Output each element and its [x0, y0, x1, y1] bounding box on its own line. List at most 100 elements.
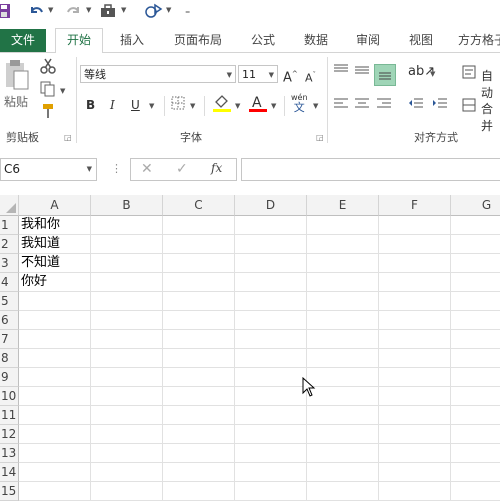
- orientation-dropdown-icon[interactable]: ▼: [430, 70, 435, 78]
- cell-g6[interactable]: [451, 311, 500, 330]
- cell-d1[interactable]: [235, 216, 307, 235]
- cell-e13[interactable]: [307, 444, 379, 463]
- cell-e12[interactable]: [307, 425, 379, 444]
- column-header-g[interactable]: G: [451, 195, 500, 216]
- row-header-8[interactable]: 8: [0, 349, 19, 368]
- cell-c11[interactable]: [163, 406, 235, 425]
- cell-e9[interactable]: [307, 368, 379, 387]
- cell-d14[interactable]: [235, 463, 307, 482]
- row-header-11[interactable]: 11: [0, 406, 19, 425]
- cell-g13[interactable]: [451, 444, 500, 463]
- cell-a11[interactable]: [19, 406, 91, 425]
- paste-button[interactable]: 粘贴: [4, 59, 30, 110]
- tab-file[interactable]: 文件: [0, 29, 46, 52]
- tab-insert[interactable]: 插入: [112, 29, 152, 52]
- cell-b1[interactable]: [91, 216, 163, 235]
- merge-label[interactable]: 合并: [481, 100, 500, 134]
- underline-icon[interactable]: U: [131, 96, 140, 114]
- cell-c1[interactable]: [163, 216, 235, 235]
- cell-f10[interactable]: [379, 387, 451, 406]
- align-right-icon[interactable]: [376, 97, 392, 116]
- cell-e15[interactable]: [307, 482, 379, 501]
- format-painter-icon[interactable]: [40, 103, 56, 124]
- cell-d12[interactable]: [235, 425, 307, 444]
- cell-f2[interactable]: [379, 235, 451, 254]
- cell-g8[interactable]: [451, 349, 500, 368]
- cell-d15[interactable]: [235, 482, 307, 501]
- cell-b4[interactable]: [91, 273, 163, 292]
- toolbox-dropdown-icon[interactable]: ▼: [121, 6, 126, 14]
- cell-c7[interactable]: [163, 330, 235, 349]
- decrease-font-size-icon[interactable]: Aˇ: [305, 66, 316, 88]
- increase-font-size-icon[interactable]: A^: [283, 65, 298, 87]
- cell-b9[interactable]: [91, 368, 163, 387]
- cell-g15[interactable]: [451, 482, 500, 501]
- redo-icon[interactable]: [66, 3, 82, 23]
- cell-f5[interactable]: [379, 292, 451, 311]
- italic-icon[interactable]: I: [110, 96, 115, 114]
- column-header-a[interactable]: A: [19, 195, 91, 216]
- cell-c15[interactable]: [163, 482, 235, 501]
- cell-a14[interactable]: [19, 463, 91, 482]
- cancel-icon[interactable]: ✕: [141, 161, 153, 177]
- font-name-select[interactable]: 等线 ▼: [80, 65, 236, 83]
- cell-c2[interactable]: [163, 235, 235, 254]
- customize-toolbar-icon[interactable]: ₌: [185, 2, 190, 22]
- cell-d3[interactable]: [235, 254, 307, 273]
- cell-e1[interactable]: [307, 216, 379, 235]
- cell-g11[interactable]: [451, 406, 500, 425]
- column-header-d[interactable]: D: [235, 195, 307, 216]
- redo-dropdown-icon[interactable]: ▼: [86, 6, 91, 14]
- cell-g9[interactable]: [451, 368, 500, 387]
- undo-icon[interactable]: [28, 3, 44, 23]
- name-box[interactable]: C6 ▼: [0, 158, 97, 181]
- decrease-indent-icon[interactable]: [408, 97, 424, 116]
- align-left-icon[interactable]: [333, 97, 349, 116]
- cell-a12[interactable]: [19, 425, 91, 444]
- align-middle-icon[interactable]: [354, 63, 370, 82]
- tab-review[interactable]: 审阅: [348, 29, 388, 52]
- cell-g7[interactable]: [451, 330, 500, 349]
- cell-b5[interactable]: [91, 292, 163, 311]
- cell-b6[interactable]: [91, 311, 163, 330]
- cell-f15[interactable]: [379, 482, 451, 501]
- merge-center-icon[interactable]: [462, 98, 476, 117]
- cell-c10[interactable]: [163, 387, 235, 406]
- cell-a13[interactable]: [19, 444, 91, 463]
- row-header-1[interactable]: 1: [0, 216, 19, 235]
- cell-c12[interactable]: [163, 425, 235, 444]
- worksheet-grid[interactable]: ABCDEFG 1 2 3 4 5 6 7 8 9 10 11 12 13 14 15 我和你 我知道 不知道你…: [0, 195, 500, 501]
- font-size-select[interactable]: 11 ▼: [238, 65, 278, 83]
- undo-dropdown-icon[interactable]: ▼: [48, 6, 53, 14]
- cell-b11[interactable]: [91, 406, 163, 425]
- cell-d10[interactable]: [235, 387, 307, 406]
- cell-e11[interactable]: [307, 406, 379, 425]
- save-icon[interactable]: [0, 3, 12, 23]
- clipboard-launcher-icon[interactable]: ◲: [64, 133, 72, 142]
- cell-a3[interactable]: 不知道: [19, 254, 91, 273]
- cell-f3[interactable]: [379, 254, 451, 273]
- font-launcher-icon[interactable]: ◲: [316, 133, 324, 142]
- cell-g2[interactable]: [451, 235, 500, 254]
- column-header-e[interactable]: E: [307, 195, 379, 216]
- row-header-6[interactable]: 6: [0, 311, 19, 330]
- cell-a7[interactable]: [19, 330, 91, 349]
- cell-a15[interactable]: [19, 482, 91, 501]
- wrap-text-label[interactable]: 自动: [481, 67, 500, 101]
- borders-icon[interactable]: [171, 96, 185, 115]
- cell-c9[interactable]: [163, 368, 235, 387]
- cell-f1[interactable]: [379, 216, 451, 235]
- cell-g1[interactable]: [451, 216, 500, 235]
- increase-indent-icon[interactable]: [432, 97, 448, 116]
- align-top-icon[interactable]: [333, 63, 349, 82]
- cell-a8[interactable]: [19, 349, 91, 368]
- row-header-12[interactable]: 12: [0, 425, 19, 444]
- cell-d7[interactable]: [235, 330, 307, 349]
- cell-e7[interactable]: [307, 330, 379, 349]
- cell-b8[interactable]: [91, 349, 163, 368]
- insert-function-icon[interactable]: fx: [211, 161, 222, 175]
- cell-f6[interactable]: [379, 311, 451, 330]
- cell-e2[interactable]: [307, 235, 379, 254]
- tab-data[interactable]: 数据: [296, 29, 336, 52]
- cell-c8[interactable]: [163, 349, 235, 368]
